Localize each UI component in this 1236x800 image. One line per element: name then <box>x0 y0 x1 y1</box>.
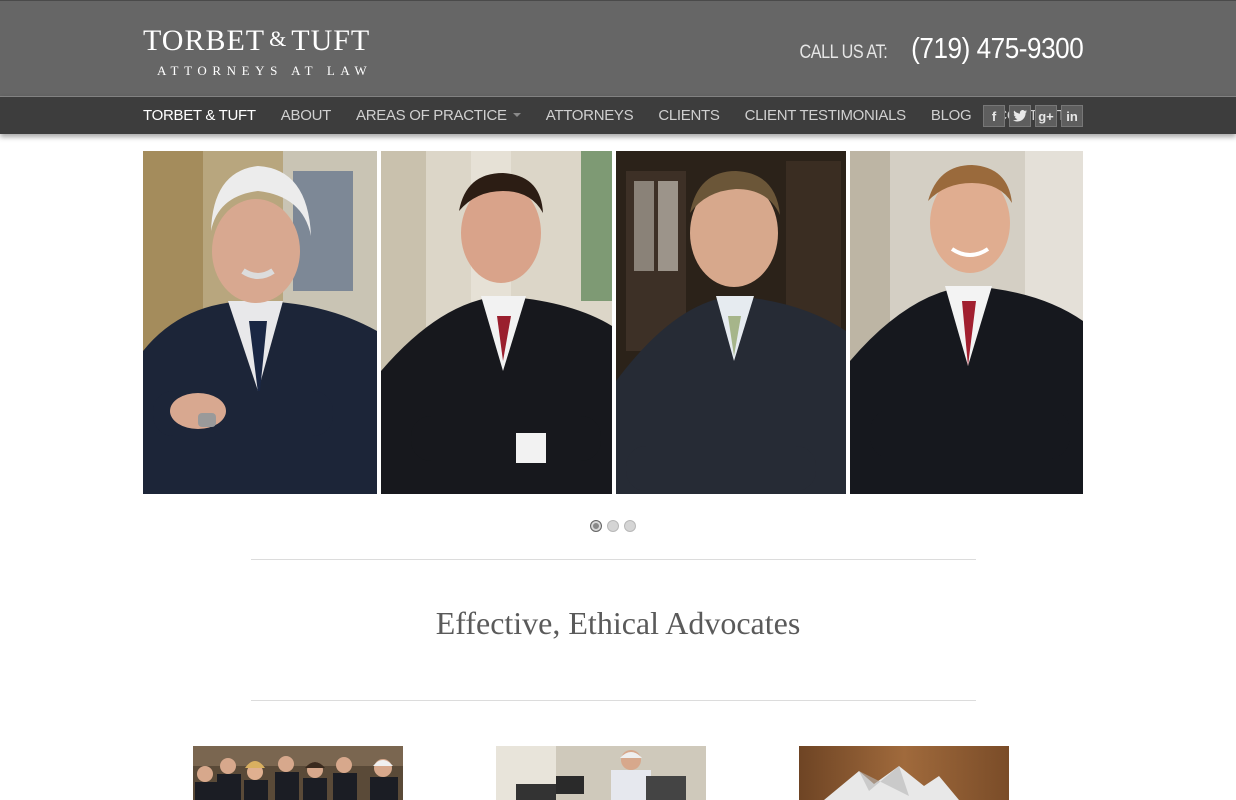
nav-item-about[interactable]: ABOUT <box>281 107 331 124</box>
twitter-icon[interactable] <box>1009 105 1031 127</box>
slider-pagination <box>590 520 636 532</box>
site-header: TORBET & TUFT ATTORNEYS AT LAW CALL US AT:… <box>0 0 1236 96</box>
attorney-photo-slider <box>143 151 1083 494</box>
team-photo-thumbnail[interactable] <box>193 746 403 800</box>
logo-name-right: TUFT <box>291 24 371 57</box>
divider-top <box>251 559 976 560</box>
logo-name-left: TORBET <box>143 24 266 57</box>
site-logo[interactable]: TORBET & TUFT ATTORNEYS AT LAW <box>143 23 413 83</box>
nav-item-attorneys[interactable]: ATTORNEYS <box>546 107 634 124</box>
social-links: f g+ in <box>983 105 1083 127</box>
facebook-icon[interactable]: f <box>983 105 1005 127</box>
phone-number[interactable]: (719) 475-9300 <box>911 33 1084 66</box>
nav-item-client-testimonials[interactable]: CLIENT TESTIMONIALS <box>745 107 907 124</box>
logo-wordmark: TORBET & TUFT <box>143 23 413 57</box>
slider-dot-1[interactable] <box>590 520 602 532</box>
attorney-photo-3 <box>616 151 846 494</box>
slider-dot-3[interactable] <box>624 520 636 532</box>
office-photo-thumbnail[interactable] <box>496 746 706 800</box>
logo-ampersand: & <box>269 26 288 51</box>
attorney-photo-1 <box>143 151 377 494</box>
nav-item-areas-of-practice[interactable]: AREAS OF PRACTICE <box>356 107 521 124</box>
linkedin-icon[interactable]: in <box>1061 105 1083 127</box>
phone-callout: CALL US AT: (719) 475-9300 <box>784 33 1083 66</box>
google-plus-icon[interactable]: g+ <box>1035 105 1057 127</box>
slider-dot-2[interactable] <box>607 520 619 532</box>
attorney-photo-2 <box>381 151 612 494</box>
chevron-down-icon <box>512 113 521 117</box>
logo-tagline: ATTORNEYS AT LAW <box>157 63 373 78</box>
page-headline: Effective, Ethical Advocates <box>435 605 801 641</box>
divider-bottom <box>251 700 976 701</box>
nav-item-clients[interactable]: CLIENTS <box>658 107 720 124</box>
nav-item-label: AREAS OF PRACTICE <box>355 107 507 124</box>
lobby-photo-thumbnail[interactable] <box>799 746 1009 800</box>
call-label: CALL US AT: <box>799 42 888 63</box>
nav-item-blog[interactable]: BLOG <box>931 107 972 124</box>
attorney-photo-4 <box>850 151 1083 494</box>
nav-item-home[interactable]: TORBET & TUFT <box>143 107 256 124</box>
main-nav: TORBET & TUFT ABOUT AREAS OF PRACTICE AT… <box>0 96 1236 134</box>
